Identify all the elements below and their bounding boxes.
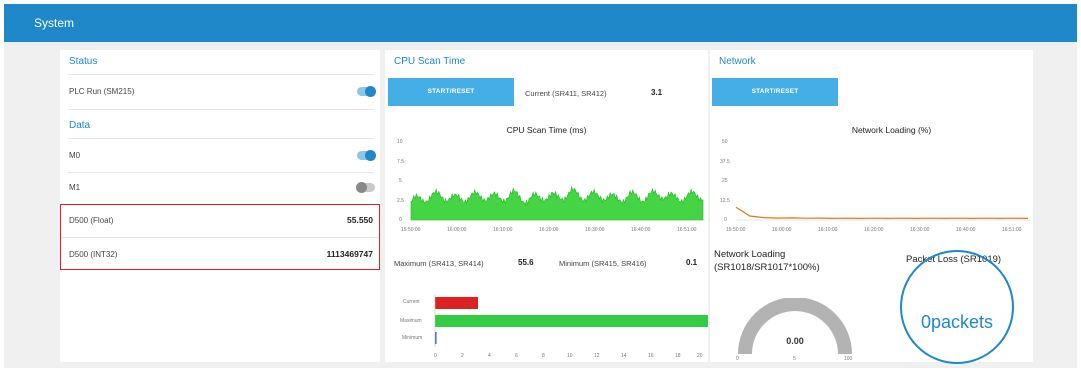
network-start-reset-button[interactable]: START/RESET	[712, 78, 838, 106]
cpu-y-tick-10: 10	[397, 139, 403, 145]
cpu-x-tick: 16:20:00	[539, 227, 559, 233]
net-x-axis: 15:50:00 16:00:00 16:10:00 16:20:00 16:3…	[726, 227, 1022, 233]
net-y-tick-12.5: 12.5	[720, 198, 730, 204]
net-x-tick: 16:40:00	[956, 227, 976, 233]
net-y-tick-25: 25	[722, 178, 728, 184]
network-section-title: Network	[719, 56, 756, 67]
net-series-line	[735, 206, 1029, 220]
bar-maximum	[435, 315, 708, 327]
d500-int-label: D500 (INT32)	[69, 250, 118, 259]
net-x-tick: 16:00:00	[772, 227, 792, 233]
network-panel: Network START/RESET Network Loading (%) …	[710, 50, 1033, 364]
bar-x-tick: 10	[567, 353, 573, 359]
cpu-bar-chart: Current Maximum Minimum 0 2 4 6 8 10 12 …	[400, 294, 708, 359]
cpu-minimum-label: Minimum (SR415, SR416)	[559, 259, 647, 268]
cpu-y-tick-2.5: 2.5	[397, 198, 404, 204]
cpu-y-tick-7.5: 7.5	[397, 159, 404, 165]
gauge-max-label: 100	[844, 356, 853, 362]
bar-x-tick: 0	[434, 353, 437, 359]
cpu-x-tick: 16:51:00	[677, 227, 697, 233]
m1-toggle[interactable]	[356, 182, 375, 193]
gauge-min-label: 0	[736, 356, 739, 362]
bar-x-tick: 4	[488, 353, 491, 359]
bar-label-minimum: Minimum	[402, 335, 422, 341]
cpu-maximum-value: 55.6	[518, 258, 534, 267]
cpu-x-tick: 16:10:00	[493, 227, 513, 233]
window-title: System	[34, 16, 75, 30]
cpu-scan-chart: 10 7.5 5 2.5 0 15:50:00 16:00:00 16:10:0…	[397, 139, 705, 233]
net-x-tick: 15:50:00	[726, 227, 746, 233]
network-loading-gauge: 0 5 100	[736, 298, 853, 362]
m0-toggle[interactable]	[357, 150, 376, 161]
bar-label-current: Current	[403, 299, 420, 305]
net-y-axis: 50 37.5 25 12.5 0	[720, 139, 730, 223]
plc-run-toggle[interactable]	[357, 86, 376, 97]
d500-float-label: D500 (Float)	[69, 216, 114, 225]
cpu-x-tick: 16:30:00	[585, 227, 605, 233]
cpu-minimum-value: 0.1	[686, 258, 698, 267]
bar-x-tick: 14	[621, 353, 627, 359]
m1-label: M1	[69, 183, 81, 192]
bar-x-tick: 2	[461, 353, 464, 359]
status-row-divider	[68, 109, 374, 110]
plc-run-label: PLC Run (SM215)	[69, 87, 135, 96]
cpu-y-axis: 10 7.5 5 2.5 0	[397, 139, 404, 223]
data-section-title: Data	[69, 120, 91, 131]
toggle-knob	[356, 182, 367, 193]
toggle-knob	[365, 150, 376, 161]
d500-int-value: 1113469747	[326, 249, 373, 259]
m0-divider	[68, 172, 374, 173]
bar-x-tick: 16	[648, 353, 654, 359]
m0-label: M0	[69, 151, 81, 160]
cpu-x-tick: 16:00:00	[447, 227, 467, 233]
net-x-tick: 16:30:00	[910, 227, 930, 233]
status-section-title: Status	[69, 56, 98, 67]
cpu-scan-panel: CPU Scan Time START/RESET Current (SR411…	[385, 50, 708, 362]
net-x-tick: 16:10:00	[818, 227, 838, 233]
status-data-panel: Status PLC Run (SM215) Data M0 M1 D500 (…	[60, 50, 380, 362]
cpu-y-tick-5: 5	[399, 178, 402, 184]
net-x-tick: 16:51:00	[1002, 227, 1022, 233]
network-loading-title-line2: (SR1018/SR1017*100%)	[714, 262, 820, 273]
cpu-chart-title: CPU Scan Time (ms)	[506, 125, 587, 135]
cpu-x-tick: 16:40:00	[631, 227, 651, 233]
cpu-series-area	[410, 185, 704, 221]
bar-x-tick: 12	[594, 353, 600, 359]
bar-x-ticks: 0 2 4 6 8 10 12 14 16 18 20	[434, 353, 703, 359]
cpu-x-tick: 15:50:00	[401, 227, 421, 233]
bar-x-tick: 6	[515, 353, 518, 359]
d500-divider	[62, 237, 378, 238]
bar-x-tick: 18	[675, 353, 681, 359]
window-title-bar: System	[4, 4, 1077, 42]
network-chart-title: Network Loading (%)	[851, 125, 932, 135]
gauge-value: 0.00	[786, 336, 804, 346]
d500-float-value: 55.550	[347, 215, 373, 225]
cpu-maximum-label: Maximum (SR413, SR414)	[394, 259, 484, 268]
net-y-tick-50: 50	[722, 139, 728, 145]
cpu-section-title: CPU Scan Time	[394, 56, 466, 67]
packet-loss-value: 0packets	[920, 312, 994, 332]
bar-current	[435, 297, 478, 309]
gauge-mid-label: 5	[793, 356, 796, 362]
bar-x-tick: 20	[697, 353, 703, 359]
packet-loss-circle	[900, 250, 1014, 364]
cpu-x-axis: 15:50:00 16:00:00 16:10:00 16:20:00 16:3…	[401, 227, 697, 233]
data-divider	[68, 138, 374, 139]
network-loading-title: Network Loading (SR1018/SR1017*100%)	[714, 248, 820, 274]
toggle-knob	[365, 86, 376, 97]
cpu-current-label: Current (SR411, SR412)	[525, 89, 607, 98]
net-y-tick-0: 0	[724, 217, 727, 223]
bar-label-maximum: Maximum	[400, 318, 422, 324]
net-y-tick-37.5: 37.5	[720, 159, 730, 165]
network-loading-chart: 50 37.5 25 12.5 0 15:50:00 16:00:00 16:1…	[720, 139, 1030, 233]
cpu-current-value: 3.1	[651, 88, 663, 97]
cpu-y-tick-0: 0	[399, 217, 402, 223]
network-loading-title-line1: Network Loading	[714, 249, 786, 260]
status-divider	[68, 74, 374, 75]
cpu-start-reset-button[interactable]: START/RESET	[388, 78, 514, 106]
net-x-tick: 16:20:00	[864, 227, 884, 233]
dashboard-area: Status PLC Run (SM215) Data M0 M1 D500 (…	[4, 42, 1077, 368]
bar-x-tick: 8	[542, 353, 545, 359]
